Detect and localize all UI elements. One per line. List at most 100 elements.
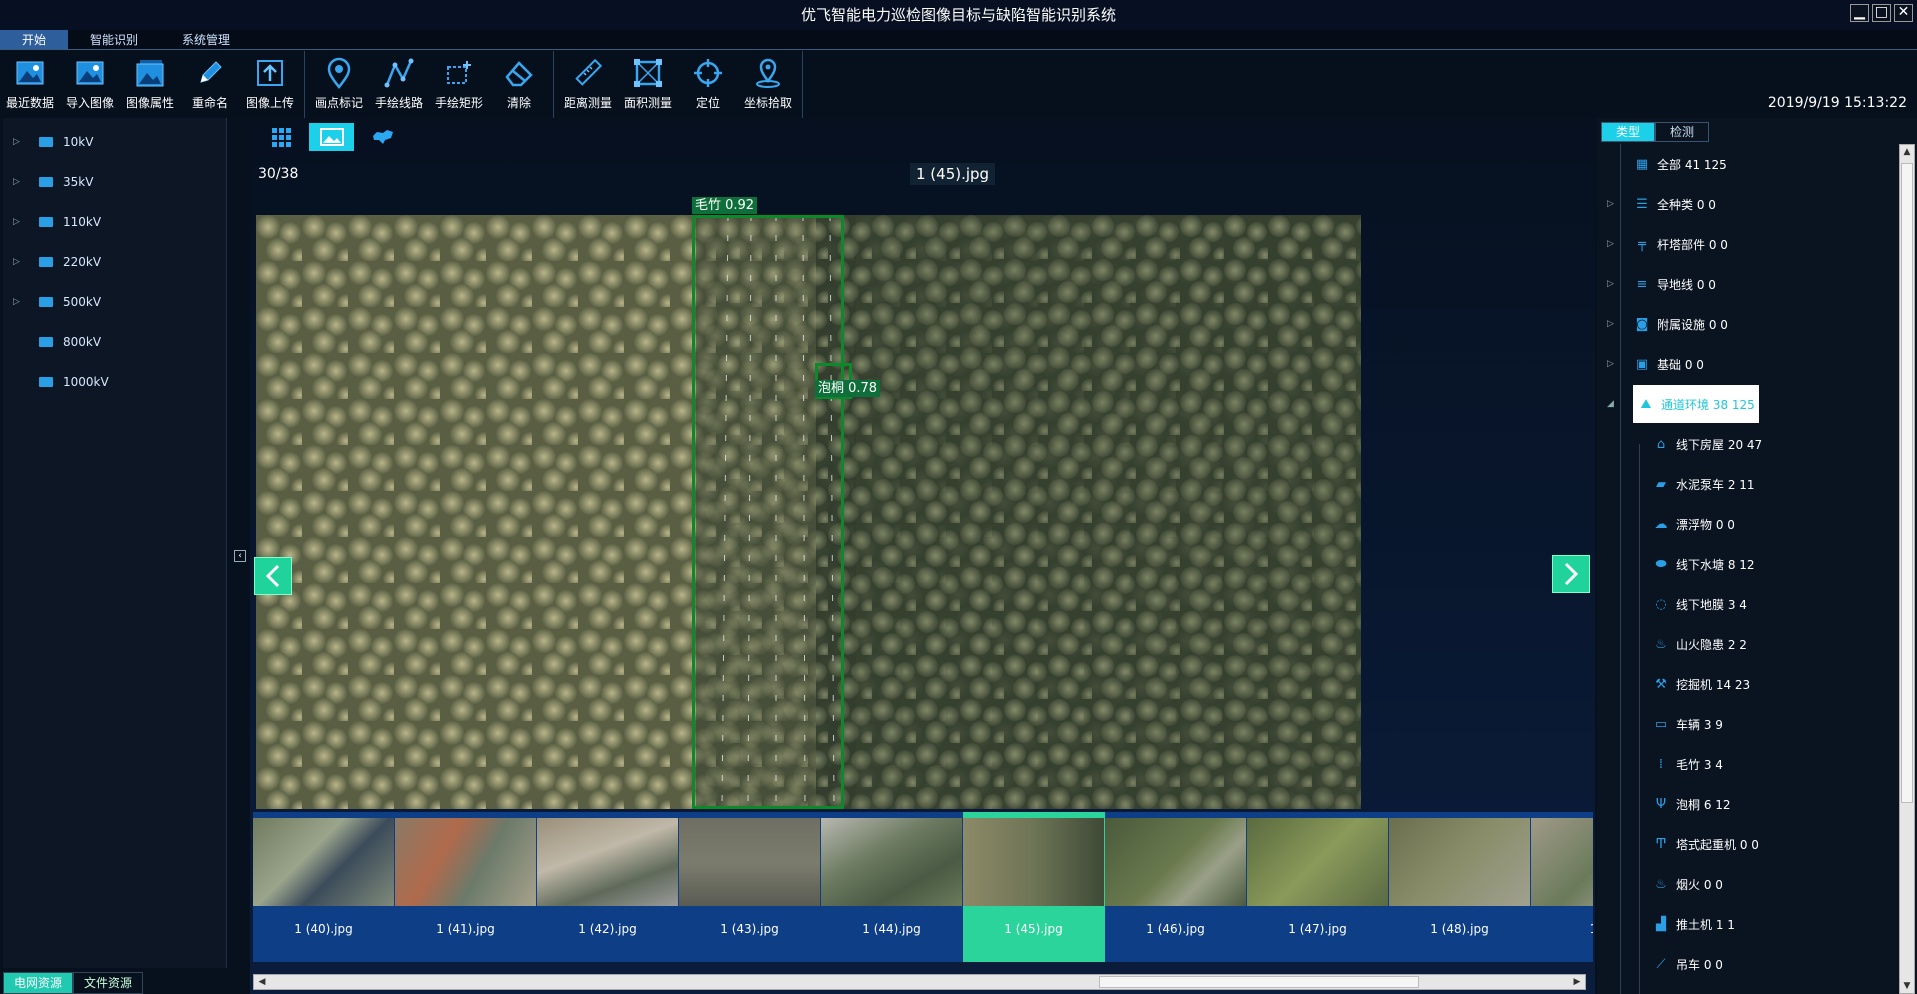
draw-line-button[interactable]: 手绘线路: [369, 51, 429, 118]
scroll-up-icon[interactable]: ▲: [1900, 147, 1914, 157]
category-smoke-fire[interactable]: ♨ 烟火 0 0: [1597, 864, 1895, 904]
vertical-scrollbar[interactable]: ▲ ▼: [1899, 144, 1915, 994]
rename-button[interactable]: 重命名: [180, 51, 240, 118]
image-upload-button[interactable]: 图像上传: [240, 51, 300, 118]
category-house[interactable]: ⌂ 线下房屋 20 47: [1597, 424, 1895, 464]
category-conductor[interactable]: ▷ ≡ 导地线 0 0: [1597, 264, 1895, 304]
thumbnail-item[interactable]: 1 (4: [1531, 812, 1593, 962]
thumbnail-item[interactable]: 1 (47).jpg: [1247, 812, 1389, 962]
expand-arrow-icon[interactable]: ▷: [1607, 239, 1614, 249]
grid-view-tab[interactable]: [258, 123, 303, 151]
left-tabs: 电网资源 文件资源: [3, 972, 227, 994]
tree-item-500kv[interactable]: ▷ 500kV: [3, 282, 226, 322]
grid-icon: ▦: [1635, 156, 1649, 172]
area-measure-button[interactable]: 面积测量: [618, 51, 678, 118]
coordinate-pick-button[interactable]: 坐标拾取: [738, 51, 798, 118]
tree-item-800kv[interactable]: 800kV: [3, 322, 226, 362]
thumbnail-item[interactable]: 1 (44).jpg: [821, 812, 963, 962]
thumbnail-item[interactable]: 1 (43).jpg: [679, 812, 821, 962]
maximize-button[interactable]: □: [1872, 4, 1891, 22]
tree-item-1000kv[interactable]: 1000kV: [3, 362, 226, 402]
category-all-types[interactable]: ▷ ☰ 全种类 0 0: [1597, 184, 1895, 224]
next-image-button[interactable]: [1552, 555, 1590, 593]
rectangle-icon: [447, 61, 471, 84]
expand-arrow-icon[interactable]: ▷: [13, 217, 29, 227]
category-foundation[interactable]: ▷ ▣ 基础 0 0: [1597, 344, 1895, 384]
tab-grid-resources[interactable]: 电网资源: [3, 972, 74, 994]
category-hoist[interactable]: ⟋ 吊车 0 0: [1597, 944, 1895, 984]
category-ground-film[interactable]: ◌ 线下地膜 3 4: [1597, 584, 1895, 624]
point-mark-button[interactable]: 画点标记: [309, 51, 369, 118]
category-vehicle[interactable]: ▭ 车辆 3 9: [1597, 704, 1895, 744]
tab-detection[interactable]: 检测: [1655, 122, 1710, 142]
category-excavator[interactable]: ⚒ 挖掘机 14 23: [1597, 664, 1895, 704]
expand-arrow-icon[interactable]: ▷: [13, 177, 29, 187]
collapse-arrow-icon[interactable]: ◢: [1607, 399, 1614, 409]
draw-rectangle-button[interactable]: 手绘矩形: [429, 51, 489, 118]
tree-item-35kv[interactable]: ▷ 35kV: [3, 162, 226, 202]
chevron-right-icon: [1564, 562, 1579, 586]
import-image-icon: [76, 61, 104, 85]
category-paulownia[interactable]: Ψ 泡桐 6 12: [1597, 784, 1895, 824]
tree-item-10kv[interactable]: ▷ 10kV: [3, 122, 226, 162]
view-mode-tabs: [258, 123, 405, 151]
category-tower-parts[interactable]: ▷ ╤ 杆塔部件 0 0: [1597, 224, 1895, 264]
tower-icon: ╤: [1638, 236, 1646, 252]
thumbnail-item[interactable]: 1 (46).jpg: [1105, 812, 1247, 962]
expand-arrow-icon[interactable]: ▷: [1607, 359, 1614, 369]
category-bamboo[interactable]: ⁞ 毛竹 3 4: [1597, 744, 1895, 784]
menu-start[interactable]: 开始: [0, 30, 69, 49]
category-all[interactable]: ▦ 全部 41 125: [1597, 144, 1895, 184]
tab-file-resources[interactable]: 文件资源: [73, 972, 144, 994]
detection-box-bamboo[interactable]: [692, 215, 844, 809]
thumbnail-item[interactable]: 1 (42).jpg: [537, 812, 679, 962]
tree-item-220kv[interactable]: ▷ 220kV: [3, 242, 226, 282]
thumbnail-item[interactable]: 1 (40).jpg: [253, 812, 395, 962]
upload-icon: [257, 60, 283, 86]
clear-button[interactable]: 清除: [489, 51, 549, 118]
thumbnail-item-active[interactable]: 1 (45).jpg: [963, 812, 1105, 962]
menu-smart-recognition[interactable]: 智能识别: [68, 30, 160, 49]
expand-arrow-icon[interactable]: ▷: [1607, 279, 1614, 289]
scrollbar-thumb[interactable]: [1099, 976, 1419, 988]
menu-system-management[interactable]: 系统管理: [160, 30, 252, 49]
tree-item-110kv[interactable]: ▷ 110kV: [3, 202, 226, 242]
thumbnail-strip: 1 (40).jpg 1 (41).jpg 1 (42).jpg 1 (43).…: [253, 812, 1593, 962]
thumbnail-image: [537, 818, 678, 906]
category-pump-truck[interactable]: ▰ 水泥泵车 2 11: [1597, 464, 1895, 504]
tab-type[interactable]: 类型: [1601, 122, 1656, 142]
thumbnail-item[interactable]: 1 (48).jpg: [1389, 812, 1531, 962]
map-view-tab[interactable]: [360, 123, 405, 151]
aerial-photo[interactable]: [256, 215, 1361, 809]
expand-arrow-icon[interactable]: ▷: [1607, 319, 1614, 329]
thumbnail-item[interactable]: 1 (41).jpg: [395, 812, 537, 962]
recent-data-button[interactable]: 最近数据: [0, 51, 60, 118]
collapse-panel-button[interactable]: ‹: [234, 550, 246, 562]
category-channel-environment[interactable]: ◢ ⛰ 通道环境 38 125: [1597, 384, 1895, 424]
scroll-left-icon[interactable]: ◀: [254, 975, 270, 989]
category-bulldozer[interactable]: ▟ 推土机 1 1: [1597, 904, 1895, 944]
expand-arrow-icon[interactable]: ▷: [13, 297, 29, 307]
category-pond[interactable]: ⬬ 线下水塘 8 12: [1597, 544, 1895, 584]
image-properties-button[interactable]: 图像属性: [120, 51, 180, 118]
expand-arrow-icon[interactable]: ▷: [13, 257, 29, 267]
category-tower-crane[interactable]: Ͳ 塔式起重机 0 0: [1597, 824, 1895, 864]
minimize-button[interactable]: ▁: [1850, 4, 1869, 22]
hoist-icon: ⟋: [1656, 956, 1666, 972]
single-image-tab[interactable]: [309, 123, 354, 151]
locate-button[interactable]: 定位: [678, 51, 738, 118]
toolbar-group-data: 最近数据 导入图像 图像属性 重命名 图像上传: [0, 51, 305, 118]
import-image-button[interactable]: 导入图像: [60, 51, 120, 118]
category-facilities[interactable]: ▷ ◙ 附属设施 0 0: [1597, 304, 1895, 344]
distance-measure-button[interactable]: 距离测量: [558, 51, 618, 118]
previous-image-button[interactable]: [254, 557, 292, 595]
expand-arrow-icon[interactable]: ▷: [1607, 199, 1614, 209]
scroll-right-icon[interactable]: ▶: [1569, 975, 1585, 989]
horizontal-scrollbar[interactable]: ◀ ▶: [253, 974, 1586, 990]
category-floating[interactable]: ☁ 漂浮物 0 0: [1597, 504, 1895, 544]
scrollbar-thumb[interactable]: [1901, 163, 1913, 803]
close-button[interactable]: ✕: [1894, 4, 1913, 22]
expand-arrow-icon[interactable]: ▷: [13, 137, 29, 147]
category-wildfire[interactable]: ♨ 山火隐患 2 2: [1597, 624, 1895, 664]
scroll-down-icon[interactable]: ▼: [1900, 981, 1914, 991]
